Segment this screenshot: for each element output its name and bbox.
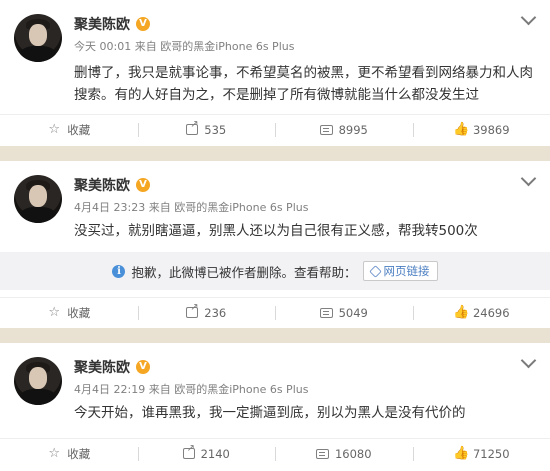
chevron-down-icon[interactable]	[520, 170, 537, 187]
like-button[interactable]: 👍 71250	[412, 439, 550, 468]
share-icon	[186, 302, 199, 318]
author-row: 聚美陈欧 V	[74, 357, 150, 377]
chevron-down-icon[interactable]	[520, 352, 537, 369]
share-icon	[186, 119, 199, 135]
deleted-message: 抱歉，此微博已被作者删除。查看帮助：	[131, 264, 357, 280]
source-device[interactable]: 欧哥的黑金iPhone 6s Plus	[174, 383, 308, 396]
comment-icon	[315, 448, 329, 459]
author-name[interactable]: 聚美陈欧	[74, 14, 130, 34]
verified-badge-icon: V	[136, 360, 150, 374]
post-text: 没买过，就别瞎逼逼，别黑人还以为自己很有正义感，帮我转500次	[74, 223, 478, 239]
like-count: 39869	[472, 122, 510, 137]
info-icon: i	[112, 264, 126, 278]
favorite-label: 收藏	[67, 122, 91, 137]
verified-badge-icon: V	[136, 178, 150, 192]
comment-button[interactable]: 8995	[275, 115, 413, 144]
star-icon: ☆	[48, 121, 61, 137]
post-meta: 4月4日 23:23 来自 欧哥的黑金iPhone 6s Plus	[74, 199, 308, 215]
post-meta: 4月4日 22:19 来自 欧哥的黑金iPhone 6s Plus	[74, 381, 308, 397]
star-icon: ☆	[48, 445, 61, 461]
author-name[interactable]: 聚美陈欧	[74, 357, 130, 377]
avatar-face	[29, 367, 47, 389]
post-time[interactable]: 4月4日 22:19	[74, 383, 145, 396]
source-label: 来自	[148, 383, 171, 396]
deleted-notice: i 抱歉，此微博已被作者删除。查看帮助： 网页链接	[0, 252, 550, 290]
post-time[interactable]: 4月4日 23:23	[74, 201, 145, 214]
favorite-button[interactable]: ☆ 收藏	[0, 115, 138, 144]
post-meta: 今天 00:01 来自 欧哥的黑金iPhone 6s Plus	[74, 38, 294, 54]
author-row: 聚美陈欧 V	[74, 14, 150, 34]
avatar[interactable]	[14, 357, 62, 405]
repost-button[interactable]: 236	[137, 298, 276, 327]
comment-count: 16080	[334, 446, 372, 461]
comment-count: 8995	[338, 122, 368, 137]
avatar-face	[29, 185, 47, 207]
favorite-label: 收藏	[67, 446, 91, 461]
like-count: 24696	[472, 305, 510, 320]
comment-icon	[319, 124, 333, 135]
repost-count: 535	[204, 122, 227, 137]
action-bar: ☆ 收藏 535 8995 👍 39869	[0, 114, 550, 144]
avatar-body	[20, 389, 56, 405]
action-bar: ☆ 收藏 2140 16080 👍 71250	[0, 438, 550, 468]
comment-button[interactable]: 16080	[275, 439, 413, 468]
action-bar: ☆ 收藏 236 5049 👍 24696	[0, 297, 550, 327]
comment-button[interactable]: 5049	[275, 298, 413, 327]
author-name[interactable]: 聚美陈欧	[74, 175, 130, 195]
link-icon	[368, 264, 382, 278]
web-link-button[interactable]: 网页链接	[362, 261, 438, 281]
weibo-post: 聚美陈欧 V 4月4日 22:19 来自 欧哥的黑金iPhone 6s Plus…	[0, 343, 550, 471]
source-device[interactable]: 欧哥的黑金iPhone 6s Plus	[160, 40, 294, 53]
source-label: 来自	[148, 201, 171, 214]
web-link-label: 网页链接	[383, 264, 430, 278]
thumbs-up-icon: 👍	[452, 121, 470, 137]
post-text: 删博了，我只是就事论事，不希望莫名的被黑，更不希望看到网络暴力和人肉搜索。有的人…	[74, 65, 533, 103]
comment-count: 5049	[338, 305, 368, 320]
post-text: 今天开始，谁再黑我，我一定撕逼到底，别以为黑人是没有代价的	[74, 405, 466, 421]
avatar[interactable]	[14, 175, 62, 223]
repost-button[interactable]: 2140	[137, 439, 276, 468]
avatar-face	[29, 24, 47, 46]
comment-icon	[319, 307, 333, 318]
favorite-button[interactable]: ☆ 收藏	[0, 298, 138, 327]
favorite-button[interactable]: ☆ 收藏	[0, 439, 138, 468]
avatar-body	[20, 46, 56, 62]
source-device[interactable]: 欧哥的黑金iPhone 6s Plus	[174, 201, 308, 214]
like-count: 71250	[472, 446, 510, 461]
repost-count: 236	[204, 305, 227, 320]
like-button[interactable]: 👍 24696	[412, 298, 550, 327]
weibo-post: 聚美陈欧 V 今天 00:01 来自 欧哥的黑金iPhone 6s Plus 删…	[0, 0, 550, 146]
author-row: 聚美陈欧 V	[74, 175, 150, 195]
post-time[interactable]: 今天 00:01	[74, 40, 131, 53]
verified-badge-icon: V	[136, 17, 150, 31]
repost-button[interactable]: 535	[137, 115, 276, 144]
source-label: 来自	[134, 40, 157, 53]
share-icon	[182, 443, 195, 459]
thumbs-up-icon: 👍	[452, 445, 470, 461]
chevron-down-icon[interactable]	[520, 9, 537, 26]
like-button[interactable]: 👍 39869	[412, 115, 550, 144]
thumbs-up-icon: 👍	[452, 304, 470, 320]
weibo-post: 聚美陈欧 V 4月4日 23:23 来自 欧哥的黑金iPhone 6s Plus…	[0, 161, 550, 328]
repost-count: 2140	[200, 446, 230, 461]
avatar-body	[20, 207, 56, 223]
favorite-label: 收藏	[67, 305, 91, 320]
avatar[interactable]	[14, 14, 62, 62]
star-icon: ☆	[48, 304, 61, 320]
